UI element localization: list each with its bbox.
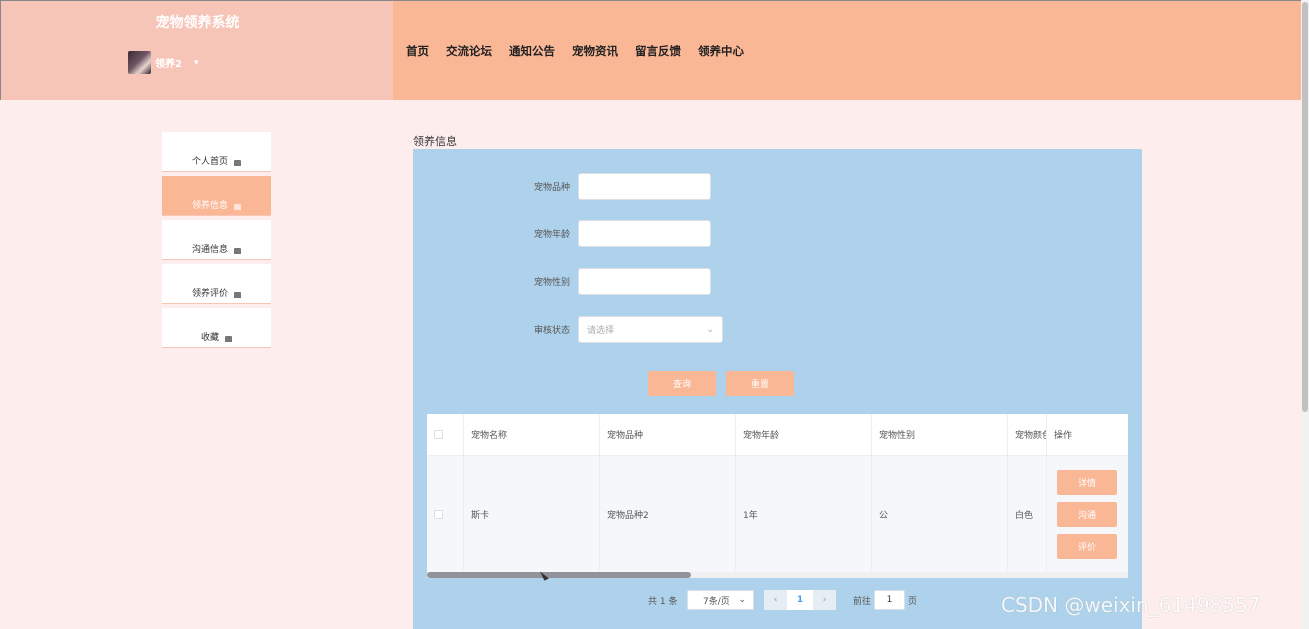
home-icon [234,248,241,254]
filter-age-row: 宠物年龄 [413,220,711,247]
header-checkbox-cell [427,414,464,455]
sidebar-item-favorites[interactable]: 收藏 [162,308,271,348]
nav-forum[interactable]: 交流论坛 [446,43,492,59]
chat-button[interactable]: 沟通 [1057,502,1117,527]
row-checkbox[interactable] [434,509,443,519]
sidebar-item-home[interactable]: 个人首页 [162,132,271,172]
page-unit-label: 页 [908,596,918,607]
actions-column: 操作 详情 沟通 评价 [1046,414,1128,572]
data-table: 宠物名称 宠物品种 宠物年龄 宠物性别 宠物颜色 斯卡 宠物品种2 1年 公 白… [427,414,1128,578]
nav-news[interactable]: 宠物资讯 [572,43,618,59]
home-icon [225,336,232,342]
cell-pet-gender: 公 [872,456,1008,572]
user-name[interactable]: 领养2 [155,55,182,70]
page-size-value: 7条/页 [703,596,730,607]
chevron-down-icon[interactable]: ▾ [194,58,199,68]
age-input[interactable] [578,220,711,247]
header-pet-gender: 宠物性别 [872,414,1008,455]
horizontal-scrollbar[interactable] [427,572,1128,578]
table-header: 宠物名称 宠物品种 宠物年龄 宠物性别 宠物颜色 [427,414,1128,456]
sidebar-item-label: 领养评价 [191,289,228,299]
nav-adoption-center[interactable]: 领养中心 [698,43,744,59]
user-menu[interactable]: 领养2 ▾ [128,51,199,74]
watermark: CSDN @weixin_61498557 [1001,593,1261,617]
actions-cell: 详情 沟通 评价 [1047,456,1128,572]
filter-status-row: 审核状态 请选择 ⌄ [413,316,723,343]
sidebar: 个人首页 领养信息 沟通信息 领养评价 收藏 [162,132,271,352]
sidebar-item-communication[interactable]: 沟通信息 [162,220,271,260]
top-nav: 首页 交流论坛 通知公告 宠物资讯 留言反馈 领养中心 [393,0,1309,100]
chevron-left-icon: ‹ [773,595,778,605]
page-size-select[interactable]: 7条/页 ⌄ [687,590,754,610]
cell-pet-name: 斯卡 [464,456,600,572]
nav-feedback[interactable]: 留言反馈 [635,43,681,59]
page-scrollbar[interactable] [1301,0,1309,629]
pagination-total: 共 1 条 [648,596,678,607]
goto-label: 前往 [853,596,872,607]
home-icon [234,160,241,166]
header-pet-age: 宠物年龄 [736,414,872,455]
page-number[interactable]: 1 [787,590,813,610]
sidebar-item-label: 收藏 [200,333,219,343]
scrollbar-thumb[interactable] [427,572,691,578]
header-actions: 操作 [1047,414,1128,456]
filter-gender-row: 宠物性别 [413,268,711,295]
detail-button[interactable]: 详情 [1057,470,1117,495]
breed-label: 宠物品种 [533,183,570,193]
status-placeholder: 请选择 [587,326,615,336]
brand-area: 宠物领养系统 领养2 ▾ [0,0,393,100]
gender-input[interactable] [578,268,711,295]
sidebar-item-adoption-info[interactable]: 领养信息 [162,176,271,216]
review-button[interactable]: 评价 [1057,534,1117,559]
gender-label: 宠物性别 [533,278,570,288]
prev-page-button[interactable]: ‹ [764,590,787,610]
sidebar-item-label: 个人首页 [191,157,228,167]
sidebar-item-review[interactable]: 领养评价 [162,264,271,304]
reset-button[interactable]: 重置 [726,371,794,396]
scrollbar-thumb[interactable] [1302,2,1308,412]
row-checkbox-cell [427,456,464,572]
home-icon [234,292,241,298]
status-select[interactable]: 请选择 ⌄ [578,316,723,343]
cell-pet-breed: 宠物品种2 [600,456,736,572]
content-panel: 宠物品种 宠物年龄 宠物性别 审核状态 请选择 ⌄ 查询 重置 宠物名称 宠物品… [413,149,1142,629]
header-pet-breed: 宠物品种 [600,414,736,455]
cell-pet-age: 1年 [736,456,872,572]
site-title: 宠物领养系统 [155,15,240,31]
avatar[interactable] [128,51,151,74]
chevron-right-icon: › [822,595,827,605]
sidebar-item-label: 沟通信息 [191,245,228,255]
next-page-button[interactable]: › [813,590,836,610]
nav-home[interactable]: 首页 [406,43,429,59]
filter-breed-row: 宠物品种 [413,173,711,200]
table-row: 斯卡 宠物品种2 1年 公 白色 [427,456,1128,572]
breed-input[interactable] [578,173,711,200]
header-pet-name: 宠物名称 [464,414,600,455]
age-label: 宠物年龄 [533,230,570,240]
select-all-checkbox[interactable] [434,430,443,439]
nav-notice[interactable]: 通知公告 [509,43,555,59]
page-title: 领养信息 [413,135,457,148]
goto-page-input[interactable]: 1 [874,590,905,610]
home-icon [234,204,241,210]
chevron-down-icon: ⌄ [738,595,746,605]
status-label: 审核状态 [533,326,570,336]
chevron-down-icon: ⌄ [706,324,714,335]
search-button[interactable]: 查询 [648,371,716,396]
top-header: 宠物领养系统 领养2 ▾ 首页 交流论坛 通知公告 宠物资讯 留言反馈 领养中心 [0,0,1309,100]
sidebar-item-label: 领养信息 [191,201,228,211]
